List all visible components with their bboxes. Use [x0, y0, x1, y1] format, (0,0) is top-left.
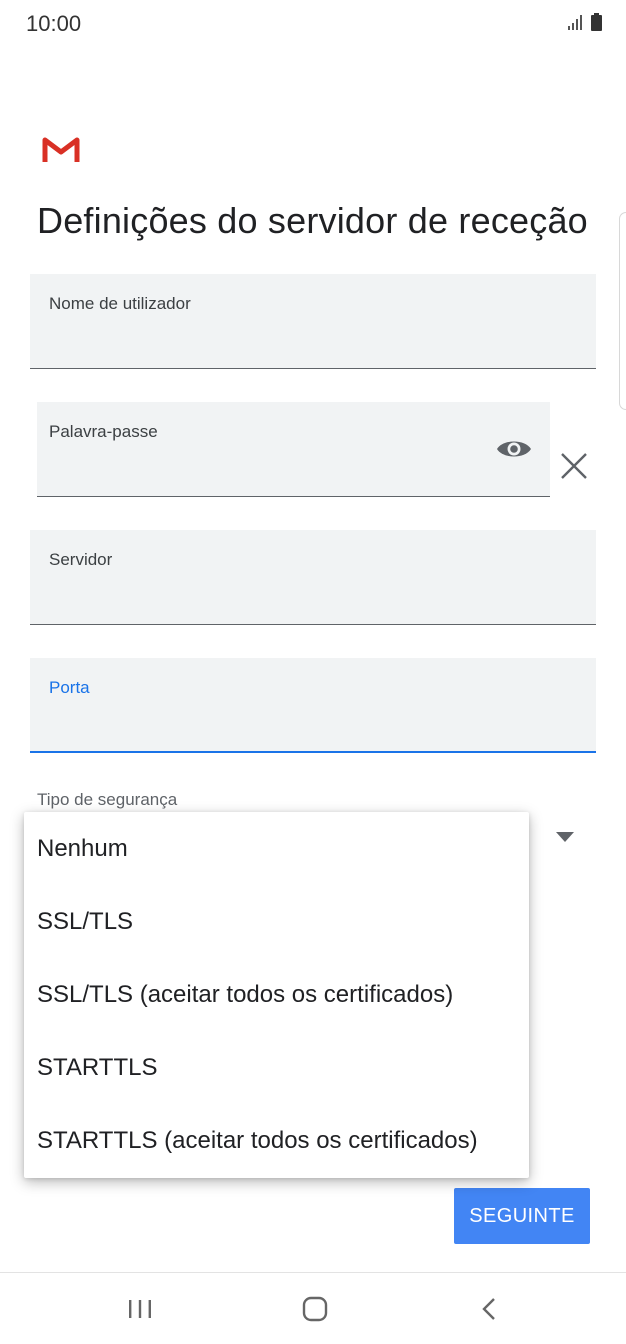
status-icons [567, 13, 602, 31]
close-icon[interactable] [558, 450, 590, 482]
username-label: Nome de utilizador [49, 294, 191, 313]
menu-item-ssl-tls-accept-all[interactable]: SSL/TLS (aceitar todos os certificados) [24, 958, 529, 1031]
next-button[interactable]: SEGUINTE [454, 1188, 590, 1244]
caret-down-icon[interactable] [556, 832, 574, 842]
recent-apps-icon[interactable] [120, 1293, 160, 1325]
signal-icon [568, 15, 582, 30]
menu-item-starttls-accept-all[interactable]: STARTTLS (aceitar todos os certificados) [24, 1104, 529, 1177]
password-field[interactable]: Palavra-passe [37, 402, 550, 497]
eye-icon[interactable] [496, 436, 532, 462]
port-field[interactable]: Porta [30, 658, 596, 753]
menu-item-nenhum[interactable]: Nenhum [24, 812, 529, 885]
status-bar: 10:00 [0, 0, 626, 48]
home-icon[interactable] [295, 1293, 335, 1325]
menu-item-starttls[interactable]: STARTTLS [24, 1031, 529, 1104]
username-field[interactable]: Nome de utilizador [30, 274, 596, 369]
security-type-label: Tipo de segurança [37, 790, 178, 809]
navigation-bar [0, 1273, 626, 1344]
status-time: 10:00 [26, 11, 82, 36]
password-label: Palavra-passe [49, 422, 158, 441]
security-type-dropdown: Nenhum SSL/TLS SSL/TLS (aceitar todos os… [24, 812, 529, 1178]
menu-item-ssl-tls[interactable]: SSL/TLS [24, 885, 529, 958]
port-label: Porta [49, 678, 90, 697]
battery-icon [591, 13, 602, 31]
back-icon[interactable] [470, 1293, 510, 1325]
scroll-indicator [619, 212, 626, 410]
server-label: Servidor [49, 550, 113, 569]
page-title: Definições do servidor de receção [37, 200, 588, 241]
gmail-logo [42, 137, 80, 162]
server-field[interactable]: Servidor [30, 530, 596, 625]
